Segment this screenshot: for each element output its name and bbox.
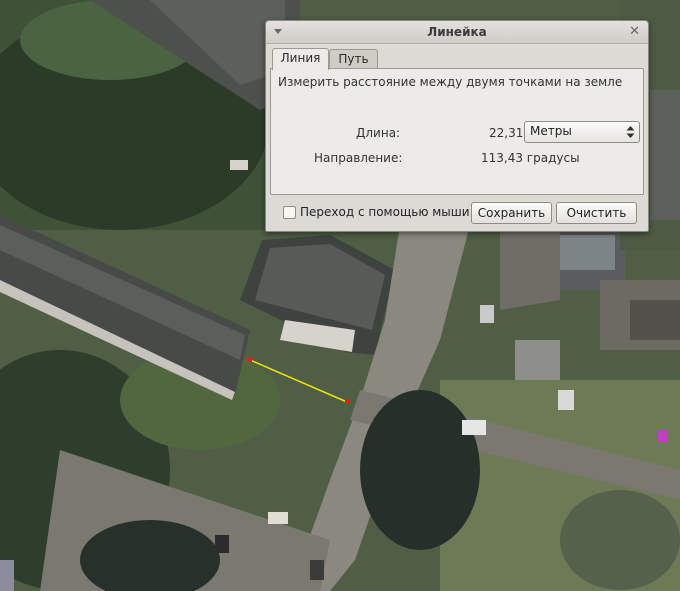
- units-select[interactable]: Метры: [524, 121, 640, 143]
- direction-value: 113,43 градусы: [481, 151, 580, 165]
- measure-start-point[interactable]: [247, 357, 252, 362]
- tab-panel: Измерить расстояние между двумя точками …: [270, 68, 644, 195]
- direction-label: Направление:: [314, 151, 403, 165]
- mouse-navigation-label[interactable]: Переход с помощью мыши: [300, 205, 470, 219]
- tab-path[interactable]: Путь: [329, 49, 378, 69]
- length-value: 22,31: [489, 126, 524, 140]
- clear-button[interactable]: Очистить: [556, 202, 637, 224]
- save-button[interactable]: Сохранить: [471, 202, 552, 224]
- measure-line: [249, 359, 348, 403]
- ruler-dialog: Линейка ✕ Линия Путь Измерить расстояние…: [265, 20, 649, 232]
- spin-arrows-icon: [626, 126, 635, 138]
- measure-end-point[interactable]: [345, 399, 350, 404]
- dialog-titlebar[interactable]: Линейка ✕: [266, 21, 648, 44]
- dialog-title: Линейка: [427, 25, 487, 39]
- units-value: Метры: [530, 124, 572, 138]
- tab-line[interactable]: Линия: [272, 48, 329, 70]
- mouse-navigation-checkbox[interactable]: [283, 206, 296, 219]
- description-text: Измерить расстояние между двумя точками …: [278, 75, 623, 89]
- close-icon[interactable]: ✕: [629, 24, 640, 39]
- length-label: Длина:: [356, 126, 401, 140]
